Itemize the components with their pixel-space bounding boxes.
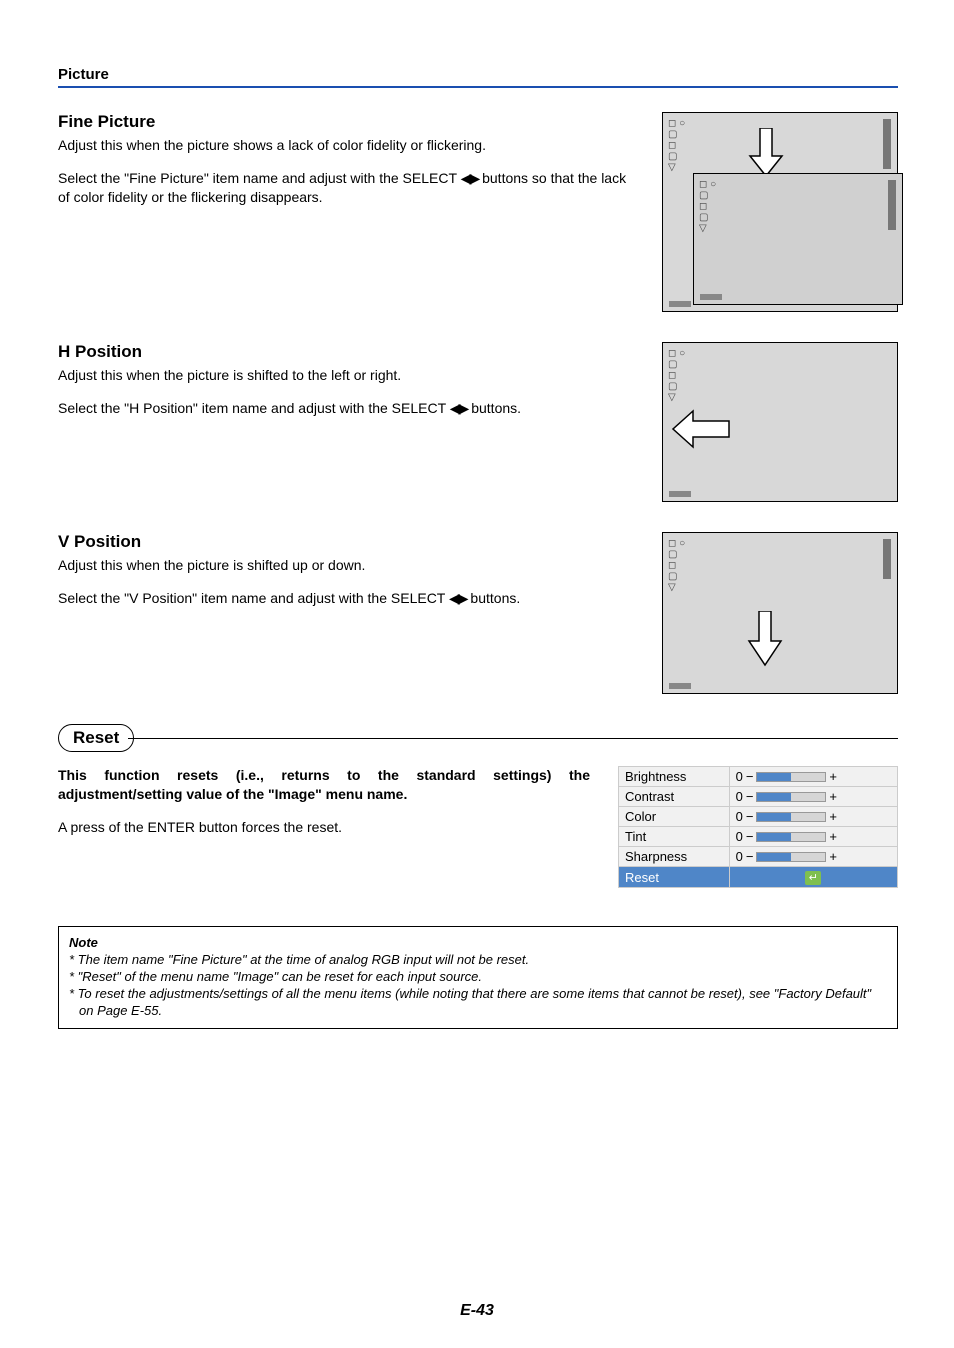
note-item: * "Reset" of the menu name "Image" can b… <box>69 969 887 986</box>
h-position-desc1: Adjust this when the picture is shifted … <box>58 366 634 385</box>
section-header: Picture <box>58 66 898 88</box>
h-position-desc2: Select the "H Position" item name and ad… <box>58 399 634 418</box>
v-position-diagram: ◻︎ ○▢◻︎▢▽ <box>662 532 898 694</box>
table-row-selected: Reset↵ <box>619 867 898 888</box>
note-title: Note <box>69 935 887 950</box>
v-position-title: V Position <box>58 532 634 552</box>
lr-arrows-icon: ◀▶ <box>450 400 468 416</box>
scrollbar-icon <box>888 180 896 230</box>
lr-arrows-icon: ◀▶ <box>449 590 467 606</box>
slider-bar <box>756 832 826 842</box>
diagram-base-icon <box>669 683 691 689</box>
slider-bar <box>756 792 826 802</box>
table-row: Brightness0 − + <box>619 767 898 787</box>
down-arrow-icon <box>748 128 784 178</box>
fine-picture-desc2: Select the "Fine Picture" item name and … <box>58 169 634 207</box>
fine-picture-title: Fine Picture <box>58 112 634 132</box>
reset-title: Reset <box>58 724 134 752</box>
note-item: * To reset the adjustments/settings of a… <box>69 986 887 1020</box>
table-row: Tint0 − + <box>619 827 898 847</box>
v-position-desc1: Adjust this when the picture is shifted … <box>58 556 634 575</box>
reset-rule <box>128 738 898 739</box>
scrollbar-icon <box>883 119 891 169</box>
diagram-icons: ◻︎ ○▢◻︎▢▽ <box>668 538 685 593</box>
inner-window: ◻︎ ○▢◻︎▢▽ <box>693 173 903 305</box>
enter-icon: ↵ <box>805 871 821 885</box>
note-box: Note * The item name "Fine Picture" at t… <box>58 926 898 1029</box>
diagram-base-icon <box>669 491 691 497</box>
fine-picture-diagram: ◻︎ ○▢◻︎▢▽ ◻︎ ○▢◻︎▢▽ <box>662 112 898 312</box>
diagram-base-icon <box>669 301 691 307</box>
reset-heading-row: Reset <box>58 724 898 752</box>
slider-bar <box>756 772 826 782</box>
image-menu-table: Brightness0 − + Contrast0 − + Color0 − +… <box>618 766 898 888</box>
diagram-icons: ◻︎ ○▢◻︎▢▽ <box>668 118 685 173</box>
page-number: E-43 <box>0 1302 954 1320</box>
left-arrow-icon <box>671 409 731 449</box>
v-position-desc2: Select the "V Position" item name and ad… <box>58 589 634 608</box>
h-position-title: H Position <box>58 342 634 362</box>
table-row: Color0 − + <box>619 807 898 827</box>
scrollbar-icon <box>883 539 891 579</box>
slider-bar <box>756 812 826 822</box>
diagram-icons: ◻︎ ○▢◻︎▢▽ <box>699 179 716 234</box>
note-item: * The item name "Fine Picture" at the ti… <box>69 952 887 969</box>
slider-bar <box>756 852 826 862</box>
table-row: Sharpness0 − + <box>619 847 898 867</box>
down-arrow-icon <box>747 611 783 667</box>
fine-picture-desc1: Adjust this when the picture shows a lac… <box>58 136 634 155</box>
diagram-icons: ◻︎ ○▢◻︎▢▽ <box>668 348 685 403</box>
reset-body: A press of the ENTER button forces the r… <box>58 818 590 837</box>
table-row: Contrast0 − + <box>619 787 898 807</box>
lr-arrows-icon: ◀▶ <box>461 170 479 186</box>
diagram-base-icon <box>700 294 722 300</box>
h-position-diagram: ◻︎ ○▢◻︎▢▽ <box>662 342 898 502</box>
reset-bold-text: This function resets (i.e., returns to t… <box>58 766 590 804</box>
